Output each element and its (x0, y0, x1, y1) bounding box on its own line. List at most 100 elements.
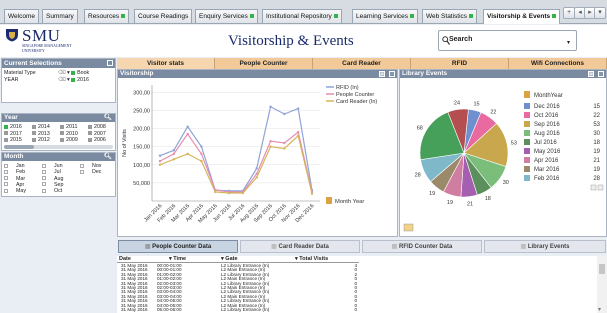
data-point (158, 159, 162, 163)
clear-selection-icon[interactable]: ⌫ (58, 77, 66, 83)
year-listbox: Year 🔍︎ 2016 2014 2011 2008 2017 2013 2010 2007 2… (1, 113, 116, 151)
legend-label: Mar 2016 (534, 167, 560, 173)
tab-list-button[interactable]: ▾ (594, 7, 606, 19)
year-option[interactable]: 2010 (60, 131, 78, 137)
search-input[interactable]: Search (449, 36, 472, 43)
subtab-people-counter[interactable]: People Counter (215, 58, 313, 69)
year-option[interactable]: 2006 (88, 137, 106, 143)
legend-label: Aug 2016 (534, 131, 560, 137)
checkbox-icon (42, 163, 46, 168)
slice-label: 19 (447, 200, 453, 206)
chevron-down-icon[interactable]: ▾ (567, 39, 570, 46)
checkbox-icon (4, 182, 8, 187)
export-icon[interactable]: ▤ (379, 71, 385, 77)
year-option[interactable]: 2008 (88, 124, 106, 130)
checkbox-icon (42, 169, 46, 174)
data-point (186, 125, 189, 128)
checkbox-icon (60, 137, 64, 142)
month-option[interactable]: Jan (4, 163, 25, 169)
month-option[interactable]: Jun (42, 163, 63, 169)
subtab-visitor-stats[interactable]: Visitor stats (117, 58, 215, 69)
year-option[interactable]: 2009 (60, 137, 78, 143)
tab-institutional-repository[interactable]: Institutional Repository (262, 9, 342, 23)
data-point (283, 147, 286, 150)
month-option[interactable]: Aug (42, 176, 63, 182)
year-option[interactable]: 2011 (60, 124, 77, 130)
subtab-wifi-connections[interactable]: Wifi Connections (509, 58, 607, 69)
month-option[interactable]: Mar (4, 176, 25, 182)
tab-summary[interactable]: Summary (42, 9, 78, 23)
year-option[interactable]: 2013 (32, 131, 50, 137)
legend-swatch (524, 157, 530, 163)
column-header-total-visits[interactable]: ▾ Total Visits (295, 256, 328, 262)
selection-row[interactable]: YEAR (4, 77, 18, 83)
maximize-icon[interactable]: □ (389, 71, 395, 77)
tab-course-readings[interactable]: Course Readings (134, 9, 193, 23)
tab-library-events[interactable]: ▦ Library Events (484, 240, 606, 253)
pie-chart[interactable]: 15 22 53 30 18 21 19 19 28 68 24 MonthYear Dec 2016 1… (400, 79, 606, 237)
search-icon[interactable]: 🔍︎ (104, 153, 112, 161)
data-point (172, 152, 176, 156)
month-option[interactable]: May (4, 188, 26, 194)
header: SMU SINGAPORE MANAGEMENT UNIVERSITY Visit… (0, 25, 607, 57)
selected-indicator-icon (71, 77, 76, 82)
month-option[interactable]: Jul (42, 169, 61, 175)
data-tab-bar: ▦ People Counter Data ▦ Card Reader Data… (117, 240, 607, 253)
scrollbar-thumb[interactable] (599, 264, 605, 274)
month-option[interactable]: Dec (80, 169, 101, 175)
tab-learning-services[interactable]: Learning Services (352, 9, 419, 23)
tab-welcome[interactable]: Welcome (4, 9, 39, 23)
maximize-icon[interactable]: □ (598, 71, 604, 77)
legend-value: 21 (593, 158, 600, 164)
subtab-card-reader[interactable]: Card Reader (313, 58, 411, 69)
line-chart[interactable]: 300,00 250,00 200,00 150,00 100,00 50,000 No o… (118, 79, 397, 237)
filter-panel: Current Selections _ Material Type ⌫ ▾ Bo… (0, 58, 117, 313)
chevron-down-icon[interactable]: ▾ (598, 306, 601, 313)
checkbox-icon (60, 124, 64, 129)
y-tick-label: 250,00 (133, 108, 150, 114)
tab-card-reader-data[interactable]: ▦ Card Reader Data (240, 240, 360, 253)
sheet-tab-bar: Welcome Summary Resources Course Reading… (0, 0, 607, 24)
year-option[interactable]: 2015 (4, 137, 22, 143)
column-header-gate[interactable]: ▾ Gate (221, 256, 238, 262)
selection-value[interactable]: ⌫ ▾ 2016 (58, 77, 89, 83)
month-option[interactable]: Oct (42, 188, 62, 194)
month-option[interactable]: Apr (4, 182, 24, 188)
year-option[interactable]: 2012 (32, 137, 50, 143)
tab-web-statistics[interactable]: Web Statistics (422, 9, 478, 23)
year-option[interactable]: 2016 (4, 124, 22, 130)
logo-subtitle: SINGAPORE MANAGEMENT UNIVERSITY (22, 44, 72, 53)
page-title: Visitorship & Events (228, 33, 354, 49)
month-option[interactable]: Nov (80, 163, 101, 169)
vertical-scrollbar[interactable]: ▾ (597, 256, 607, 313)
checkbox-icon (32, 137, 36, 142)
month-year-icon (326, 197, 332, 204)
tab-enquiry-services[interactable]: Enquiry Services (195, 9, 258, 23)
tab-visitorship-events[interactable]: Visitorship & Events (483, 9, 561, 24)
y-tick-label: 50,000 (133, 181, 150, 187)
table-row[interactable]: 31 May 2016 05:00-06:00 L2 Library Entranc… (117, 307, 359, 312)
year-option[interactable]: 2007 (88, 131, 106, 137)
export-icon[interactable]: ▤ (588, 71, 594, 77)
selection-row[interactable]: Material Type (4, 70, 36, 76)
subtab-rfid[interactable]: RFID (411, 58, 509, 69)
tab-resources[interactable]: Resources (84, 9, 130, 23)
month-option[interactable]: Sep (42, 182, 63, 188)
tab-people-counter-data[interactable]: ▦ People Counter Data (118, 240, 238, 253)
minimize-icon[interactable]: _ (107, 60, 113, 66)
search-icon[interactable]: 🔍︎ (104, 114, 112, 122)
tab-rfid-counter-data[interactable]: ▦ RFID Counter Data (362, 240, 482, 253)
column-header-time[interactable]: ▾ Time (169, 256, 186, 262)
scrollbar-thumb[interactable] (4, 145, 34, 149)
search-box[interactable]: Search ▾ (438, 30, 577, 51)
selection-value[interactable]: ⌫ ▾ Book (58, 70, 89, 76)
data-point (241, 191, 245, 195)
table-cell: 0 (354, 307, 357, 312)
year-option[interactable]: 2014 (32, 124, 50, 130)
horizontal-scrollbar[interactable] (4, 145, 113, 149)
clear-selection-icon[interactable]: ⌫ (58, 70, 66, 76)
column-header-date[interactable]: Date (119, 256, 131, 262)
month-option[interactable]: Feb (4, 169, 25, 175)
year-option[interactable]: 2017 (4, 131, 22, 137)
y-tick-label: 100,00 (133, 163, 150, 169)
